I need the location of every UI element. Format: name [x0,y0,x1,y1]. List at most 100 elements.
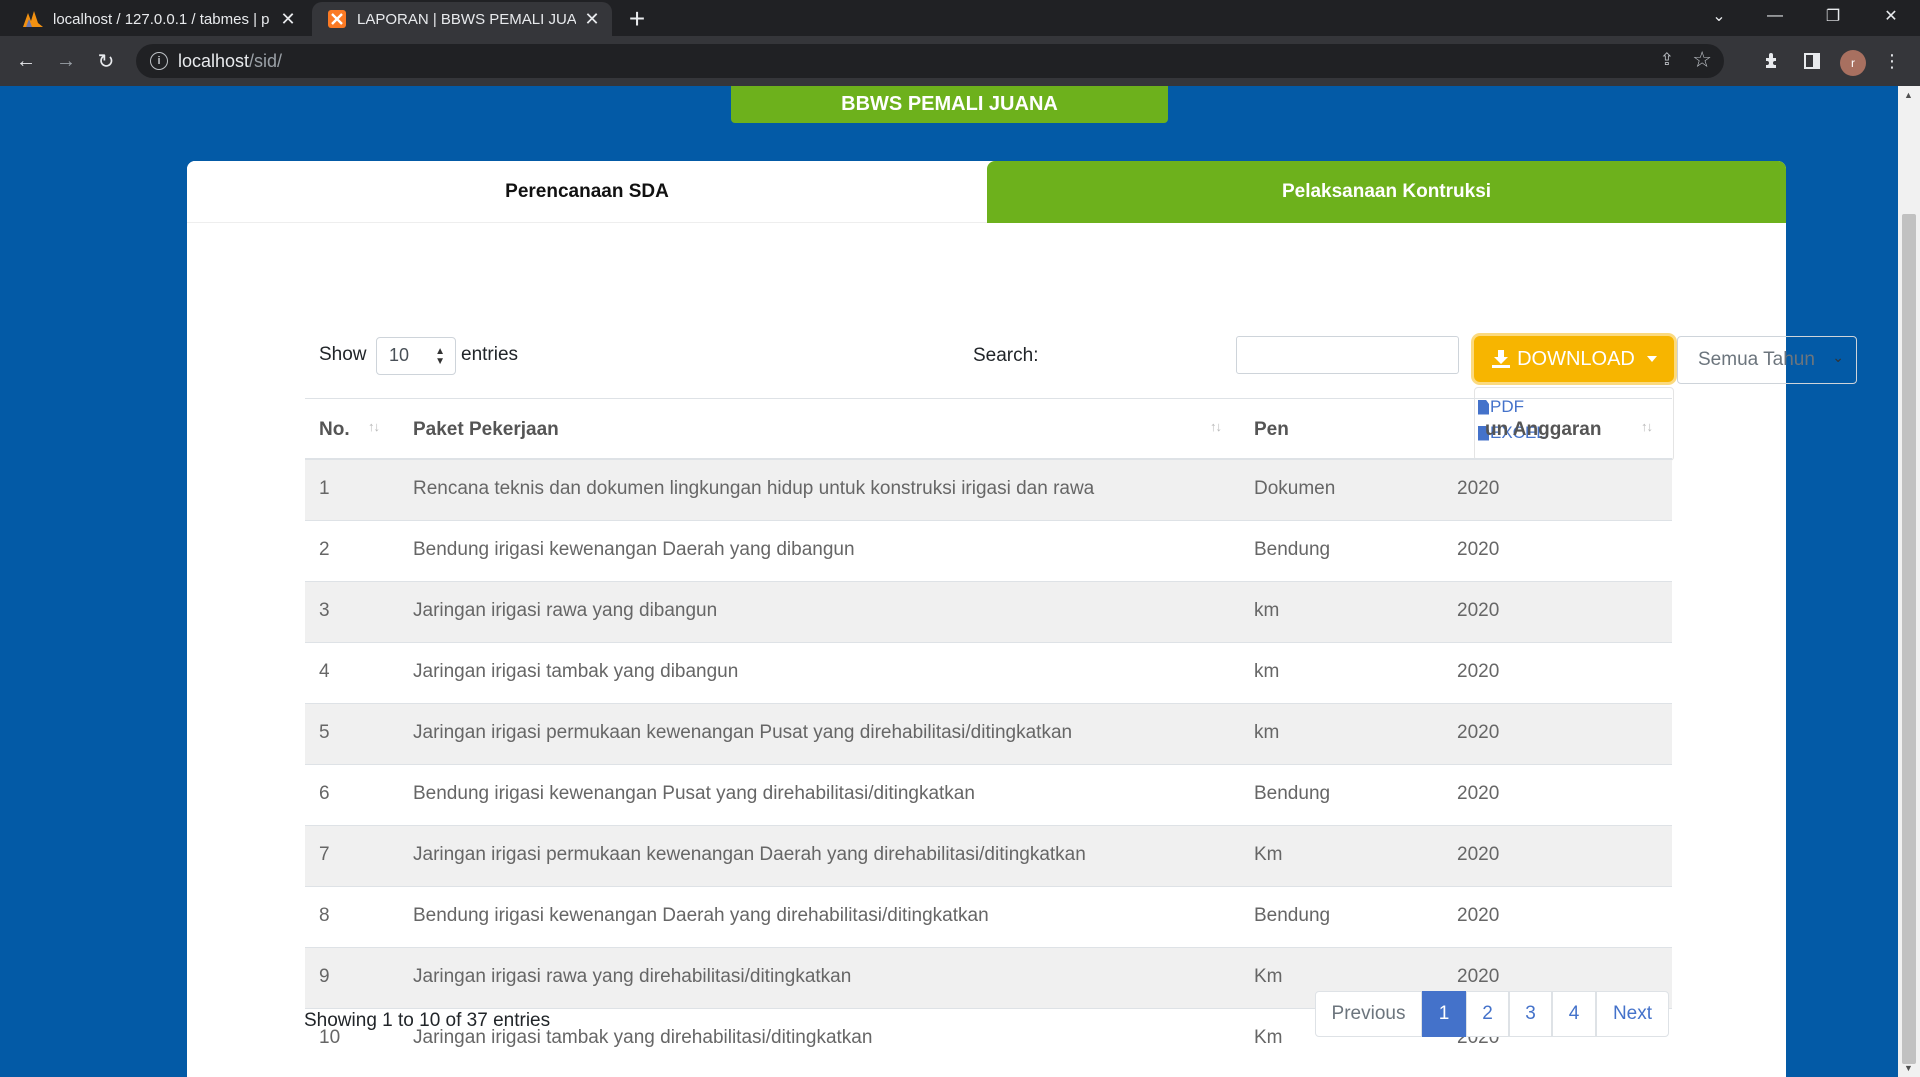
table-header: No. ↑↓ Paket Pekerjaan ↑↓ Pen un Anggara… [305,398,1672,460]
download-label: DOWNLOAD [1517,347,1635,370]
cell-satuan: Bendung [1254,539,1331,560]
search-input[interactable] [1236,336,1459,374]
cell-tahun: 2020 [1457,600,1500,621]
cell-paket: Jaringan irigasi permukaan kewenangan Da… [413,844,1086,865]
browser-tab-laporan[interactable]: LAPORAN | BBWS PEMALI JUANA ✕ [312,2,612,36]
cell-no: 4 [319,661,330,682]
pagination-page-3[interactable]: 3 [1509,991,1552,1037]
table-row: 1 Rencana teknis dan dokumen lingkungan … [305,460,1672,521]
pagination-page-4[interactable]: 4 [1552,991,1596,1037]
th-paket-pekerjaan[interactable]: Paket Pekerjaan [413,419,559,441]
tab-title: localhost / 127.0.0.1 / tabmes | p [53,10,270,28]
pagination-previous[interactable]: Previous [1315,991,1422,1037]
share-icon[interactable]: ⇪ [1660,50,1674,70]
table-row: 2 Bendung irigasi kewenangan Daerah yang… [305,521,1672,582]
back-icon[interactable]: ← [10,45,42,77]
chevron-down-icon: ⌄ [1832,349,1844,365]
cell-satuan: Km [1254,966,1283,987]
length-value: 10 [389,345,410,365]
brand-banner: BBWS PEMALI JUANA [731,86,1168,123]
cell-tahun: 2020 [1457,661,1500,682]
site-info-icon[interactable]: i [150,52,168,70]
tab-search-chevron-icon[interactable]: ⌄ [1694,0,1744,32]
close-tab-icon[interactable]: ✕ [582,9,602,29]
year-select-value: Semua Tahun [1698,349,1815,370]
th-tahun-anggaran[interactable]: un Anggaran [1485,419,1601,441]
cell-tahun: 2020 [1457,539,1500,560]
cell-satuan: Dokumen [1254,478,1336,499]
browser-menu-icon[interactable]: ⋮ [1876,45,1908,77]
browser-toolbar: ← → ↻ i localhost/sid/ ⇪ ☆ ⋮ [0,36,1920,86]
close-tab-icon[interactable]: ✕ [278,9,298,29]
cell-satuan: Km [1254,1027,1283,1048]
cell-satuan: Bendung [1254,783,1331,804]
cell-paket: Rencana teknis dan dokumen lingkungan hi… [413,478,1095,499]
url-text: localhost/sid/ [178,51,283,71]
xampp-favicon-icon [326,8,348,30]
cell-tahun: 2020 [1457,783,1500,804]
pagination-next[interactable]: Next [1596,991,1669,1037]
cell-no: 2 [319,539,330,560]
cell-satuan: km [1254,600,1280,621]
scroll-down-arrow-icon[interactable]: ▼ [1904,1063,1913,1073]
select-arrows-icon: ▲ ▼ [435,346,445,367]
search-label: Search: [973,345,1039,366]
year-filter-select[interactable]: Semua Tahun ⌄ [1677,336,1857,384]
cell-paket: Bendung irigasi kewenangan Pusat yang di… [413,783,975,804]
maximize-button[interactable]: ❐ [1808,0,1858,32]
table-row: 8 Bendung irigasi kewenangan Daerah yang… [305,887,1672,948]
cell-satuan: km [1254,722,1280,743]
cell-paket: Jaringan irigasi tambak yang dibangun [413,661,739,682]
cell-no: 7 [319,844,330,865]
th-no[interactable]: No. [319,419,350,441]
extensions-icon[interactable] [1756,45,1788,77]
tab-pelaksanaan-kontruksi[interactable]: Pelaksanaan Kontruksi [987,161,1786,223]
cell-paket: Jaringan irigasi rawa yang dibangun [413,600,718,621]
tab-title: LAPORAN | BBWS PEMALI JUANA [357,10,576,28]
entries-label: entries [461,344,519,365]
cell-paket: Bendung irigasi kewenangan Daerah yang d… [413,905,989,926]
page-scrollbar[interactable]: ▲ ▼ [1898,86,1920,1077]
cell-tahun: 2020 [1457,905,1500,926]
reload-icon[interactable]: ↻ [90,45,122,77]
download-icon [1492,350,1511,368]
new-tab-button[interactable]: + [622,3,652,34]
cell-paket: Jaringan irigasi permukaan kewenangan Pu… [413,722,1073,743]
download-button[interactable]: DOWNLOAD [1474,336,1674,382]
cell-tahun: 2020 [1457,844,1500,865]
forward-icon[interactable]: → [50,45,82,77]
tab-strip: localhost / 127.0.0.1 / tabmes | p ✕ LAP… [0,0,1920,36]
cell-no: 1 [319,478,330,499]
table-info: Showing 1 to 10 of 37 entries [304,1010,551,1031]
report-card: Perencanaan SDA Pelaksanaan Kontruksi Sh… [187,161,1857,1077]
pagination-page-2[interactable]: 2 [1466,991,1509,1037]
show-label: Show [319,344,367,365]
tab-perencanaan-sda[interactable]: Perencanaan SDA [187,161,987,223]
phpmyadmin-favicon-icon [22,8,44,30]
cell-satuan: Bendung [1254,905,1331,926]
cell-satuan: Km [1254,844,1283,865]
cell-tahun: 2020 [1457,478,1500,499]
bookmark-star-icon[interactable]: ☆ [1692,47,1712,73]
caret-down-icon [1646,356,1657,362]
cell-paket: Jaringan irigasi rawa yang direhabilitas… [413,966,852,987]
minimize-button[interactable]: — [1750,0,1800,32]
scrollbar-thumb[interactable] [1902,214,1916,1064]
th-pen[interactable]: Pen [1254,419,1289,441]
cell-no: 6 [319,783,330,804]
profile-avatar[interactable]: r [1840,50,1866,76]
table-row: 6 Bendung irigasi kewenangan Pusat yang … [305,765,1672,826]
browser-tab-phpmyadmin[interactable]: localhost / 127.0.0.1 / tabmes | p ✕ [8,2,308,36]
entries-length-select[interactable]: 10 ▲ ▼ [376,337,456,375]
sort-icon: ↑↓ [368,419,380,434]
close-window-button[interactable]: ✕ [1866,0,1916,32]
address-bar[interactable]: i localhost/sid/ ⇪ ☆ [136,44,1724,78]
table-row: 3 Jaringan irigasi rawa yang dibangun km… [305,582,1672,643]
cell-tahun: 2020 [1457,722,1500,743]
side-panel-icon[interactable] [1796,45,1828,77]
cell-no: 5 [319,722,330,743]
cell-satuan: km [1254,661,1280,682]
page-body: BBWS PEMALI JUANA Perencanaan SDA Pelaks… [0,86,1898,1077]
scroll-up-arrow-icon[interactable]: ▲ [1904,90,1913,100]
pagination-page-1[interactable]: 1 [1422,991,1466,1037]
